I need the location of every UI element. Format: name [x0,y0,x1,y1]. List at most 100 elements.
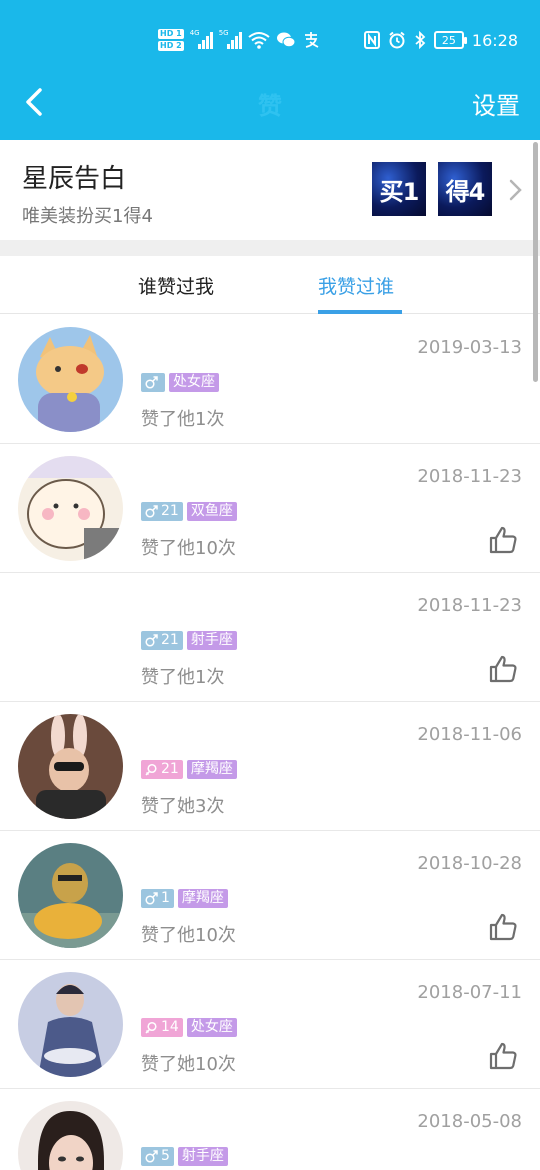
female-icon [145,1021,157,1034]
like-count-text: 赞了他10次 [141,538,236,559]
promo-subtitle: 唯美装扮买1得4 [22,206,153,227]
like-count-text: 赞了他10次 [141,925,236,946]
thumbs-up-icon[interactable] [488,525,518,555]
status-right-icons: 25 16:28 [363,28,518,52]
thumbs-up-icon[interactable] [488,654,518,684]
like-date: 2018-07-11 [417,982,522,1003]
network-type-1: 4G [189,29,200,37]
gender-age-badge: 21 [141,631,183,650]
user-tags: 5 射手座 [141,1147,228,1166]
wifi-icon [248,32,270,49]
zodiac-badge: 处女座 [169,373,219,392]
age-label: 14 [161,1019,179,1035]
like-count-text: 赞了她10次 [141,1054,236,1075]
nav-bar: 赞 设置 [0,64,540,140]
like-count-text: 赞了他1次 [141,667,225,688]
like-date: 2018-10-28 [417,853,522,874]
battery-icon: 25 [433,31,467,49]
avatar[interactable] [18,714,123,819]
list-item[interactable]: 2019-03-13 处女座 赞了他1次 [0,315,540,444]
user-tags: 14 处女座 [141,1018,237,1037]
avatar[interactable] [18,1101,123,1170]
bluetooth-icon [415,31,426,49]
zodiac-badge: 处女座 [186,1018,237,1037]
network-type-2: 5G [218,29,229,37]
like-date: 2018-11-23 [417,466,522,487]
thumbs-up-icon[interactable] [488,912,518,942]
male-icon [145,505,158,518]
list-item[interactable]: 2018-05-08 5 射手座 [0,1089,540,1170]
like-date: 2018-05-08 [417,1111,522,1132]
zodiac-badge: 双鱼座 [186,502,237,521]
gender-age-badge: 21 [141,502,183,521]
zodiac-badge: 摩羯座 [177,889,228,908]
gender-age-badge: 5 [141,1147,174,1166]
nfc-icon [363,31,380,49]
wechat-icon [276,32,296,48]
zodiac-badge: 摩羯座 [186,760,237,779]
like-count-text: 赞了她3次 [141,796,225,817]
status-bar: HD 1 HD 2 4G 5G 25 16:28 [0,0,540,64]
gender-age-badge: 1 [141,889,174,908]
age-label: 21 [161,632,179,648]
promo-badge-buy: 买1 [372,162,426,216]
scrollbar[interactable] [533,142,538,382]
hd1-label: HD 1 [158,29,184,39]
zodiac-badge: 射手座 [177,1147,228,1166]
alipay-icon [304,32,319,48]
promo-badge-get: 得4 [438,162,492,216]
avatar[interactable] [18,456,123,561]
age-label: 21 [161,503,179,519]
list-item[interactable]: 2018-11-23 21 双鱼座 赞了他10次 [0,444,540,573]
gender-age-badge [141,373,165,392]
age-label: 21 [161,761,179,777]
tab-who-liked-me[interactable]: 谁赞过我 [138,272,214,299]
zodiac-badge: 射手座 [186,631,237,650]
male-icon [145,1150,158,1163]
gender-age-badge: 14 [141,1018,183,1037]
user-tags: 21 双鱼座 [141,502,237,521]
tab-who-i-liked[interactable]: 我赞过谁 [318,272,394,299]
like-count-text: 赞了他1次 [141,409,225,430]
avatar[interactable] [18,327,123,432]
male-icon [145,376,158,389]
user-tags: 处女座 [141,373,219,392]
chevron-right-icon [509,179,522,201]
user-tags: 1 摩羯座 [141,889,228,908]
age-label: 1 [161,890,170,906]
liked-list: 2019-03-13 处女座 赞了他1次 2018-11-23 21 双鱼座 赞… [0,315,540,1170]
gender-age-badge: 21 [141,760,183,779]
user-tags: 21 摩羯座 [141,760,237,779]
like-date: 2018-11-06 [417,724,522,745]
active-tab-indicator [318,310,402,314]
hd-indicator: HD 1 HD 2 [158,29,184,51]
female-icon [145,763,157,776]
clock: 16:28 [471,30,518,50]
avatar[interactable] [18,972,123,1077]
male-icon [145,892,158,905]
list-item[interactable]: 2018-10-28 1 摩羯座 赞了他10次 [0,831,540,960]
status-left-icons: HD 1 HD 2 4G 5G [158,26,320,54]
user-tags: 21 射手座 [141,631,237,650]
list-item[interactable]: 2018-07-11 14 处女座 赞了她10次 [0,960,540,1089]
battery-level: 25 [441,33,456,47]
promo-title: 星辰告白 [22,164,127,194]
like-date: 2019-03-13 [417,337,522,358]
male-icon [145,634,158,647]
tab-bar: 谁赞过我 我赞过谁 [0,256,540,314]
thumbs-up-icon[interactable] [488,1041,518,1071]
section-divider [0,240,540,256]
page-title: 赞 [258,92,282,120]
signal-icon-2: 5G [218,29,242,49]
avatar[interactable] [18,585,123,690]
avatar[interactable] [18,843,123,948]
alarm-icon [389,31,405,49]
signal-icon: 4G [189,29,213,49]
list-item[interactable]: 2018-11-06 21 摩羯座 赞了她3次 [0,702,540,831]
promo-banner[interactable]: 星辰告白 唯美装扮买1得4 买1 得4 [0,140,540,240]
like-date: 2018-11-23 [417,595,522,616]
age-label: 5 [161,1148,170,1164]
settings-button[interactable]: 设置 [472,86,520,121]
list-item[interactable]: 2018-11-23 21 射手座 赞了他1次 [0,573,540,702]
hd2-label: HD 2 [158,41,184,51]
